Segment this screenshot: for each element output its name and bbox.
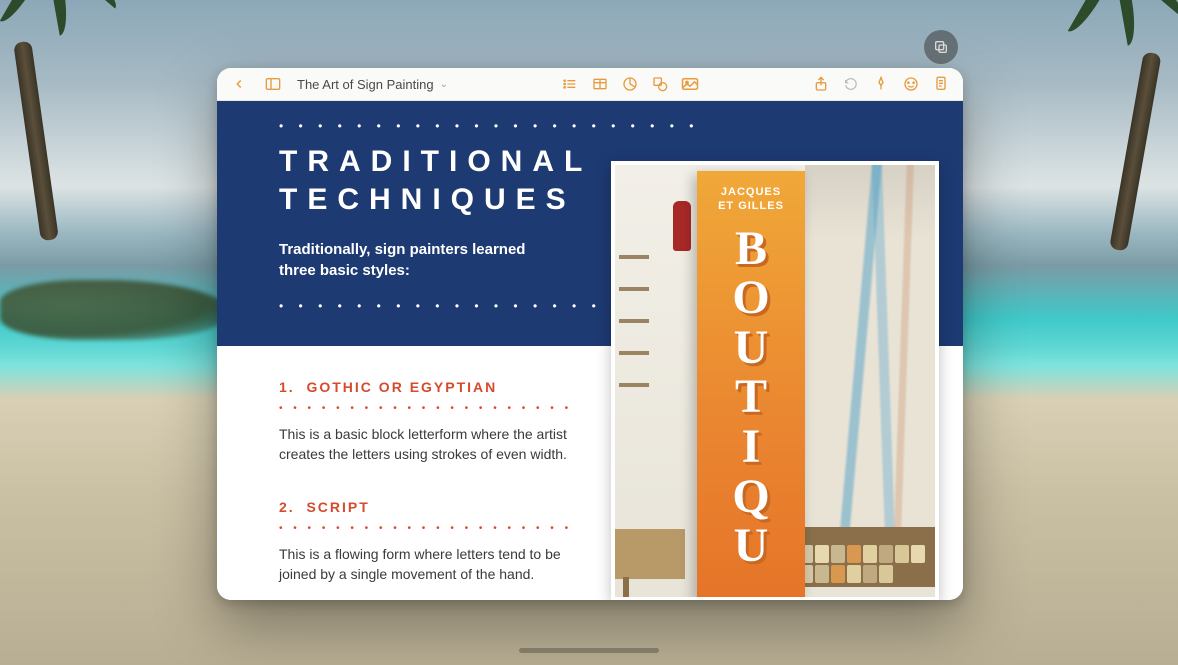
sign-letter: I: [742, 424, 761, 470]
sign-letter: Q: [732, 474, 769, 520]
home-indicator[interactable]: [519, 648, 659, 653]
technique-title: 1. GOTHIC OR EGYPTIAN: [279, 379, 579, 395]
slide-subheading: Traditionally, sign painters learned thr…: [279, 239, 559, 281]
sign-letter: U: [734, 523, 769, 569]
table-button[interactable]: [586, 71, 614, 97]
sign-header-line2: ET GILLES: [697, 199, 805, 213]
media-button[interactable]: [676, 71, 704, 97]
heading-line-2: TECHNIQUES: [279, 181, 592, 219]
decorative-dots: • • • • • • • • • • • • • • • • • • • • …: [279, 403, 579, 414]
technique-body: This is a flowing form where letters ten…: [279, 544, 579, 585]
share-button[interactable]: [807, 71, 835, 97]
document-options-button[interactable]: [927, 71, 955, 97]
sign-letters: B O U T I Q U: [697, 226, 805, 569]
undo-button[interactable]: [837, 71, 865, 97]
document-title-text: The Art of Sign Painting: [297, 77, 434, 92]
sign-header-line1: JACQUES: [697, 185, 805, 199]
decorative-dotline-top: • • • • • • • • • • • • • • • • • • • • …: [279, 119, 699, 133]
wallpaper-palm-left: [0, 0, 120, 240]
technique-number: 1.: [279, 379, 295, 395]
keynote-window: The Art of Sign Painting ⌄: [217, 68, 963, 600]
format-paintbrush-button[interactable]: [867, 71, 895, 97]
technique-name: SCRIPT: [306, 499, 369, 515]
heading-line-1: TRADITIONAL: [279, 143, 592, 181]
chevron-down-icon: ⌄: [440, 79, 448, 90]
back-button[interactable]: [225, 71, 253, 97]
sign-letter: O: [732, 275, 769, 321]
sign-letter: U: [734, 325, 769, 371]
technique-item-1: 1. GOTHIC OR EGYPTIAN • • • • • • • • • …: [279, 379, 579, 465]
sign-header: JACQUES ET GILLES: [697, 171, 805, 214]
slide-photo[interactable]: JACQUES ET GILLES B O U T I Q U: [611, 161, 939, 600]
sign-letter: B: [735, 226, 767, 272]
animate-button[interactable]: [897, 71, 925, 97]
insert-group: [556, 71, 704, 97]
technique-name: GOTHIC OR EGYPTIAN: [306, 379, 497, 395]
stage-manager-icon[interactable]: [924, 30, 958, 64]
toolbar: The Art of Sign Painting ⌄: [217, 68, 963, 101]
boutique-sign: JACQUES ET GILLES B O U T I Q U: [697, 171, 805, 597]
wallpaper-palm-right: [1048, 0, 1178, 250]
wallpaper-island: [0, 280, 230, 340]
shape-button[interactable]: [646, 71, 674, 97]
sign-letter: T: [735, 374, 767, 420]
technique-item-2: 2. SCRIPT • • • • • • • • • • • • • • • …: [279, 499, 579, 585]
slide-canvas[interactable]: • • • • • • • • • • • • • • • • • • • • …: [217, 101, 963, 600]
action-group: [807, 71, 955, 97]
technique-title: 2. SCRIPT: [279, 499, 579, 515]
list-view-button[interactable]: [556, 71, 584, 97]
decorative-dots: • • • • • • • • • • • • • • • • • • • • …: [279, 523, 579, 534]
paint-cans-shelf: [795, 527, 935, 587]
sidebar-toggle-button[interactable]: [259, 71, 287, 97]
document-title[interactable]: The Art of Sign Painting ⌄: [293, 77, 452, 92]
technique-number: 2.: [279, 499, 295, 515]
chart-button[interactable]: [616, 71, 644, 97]
technique-body: This is a basic block letterform where t…: [279, 424, 579, 465]
photo-content: JACQUES ET GILLES B O U T I Q U: [615, 165, 935, 597]
slide-heading: TRADITIONAL TECHNIQUES: [279, 143, 592, 218]
